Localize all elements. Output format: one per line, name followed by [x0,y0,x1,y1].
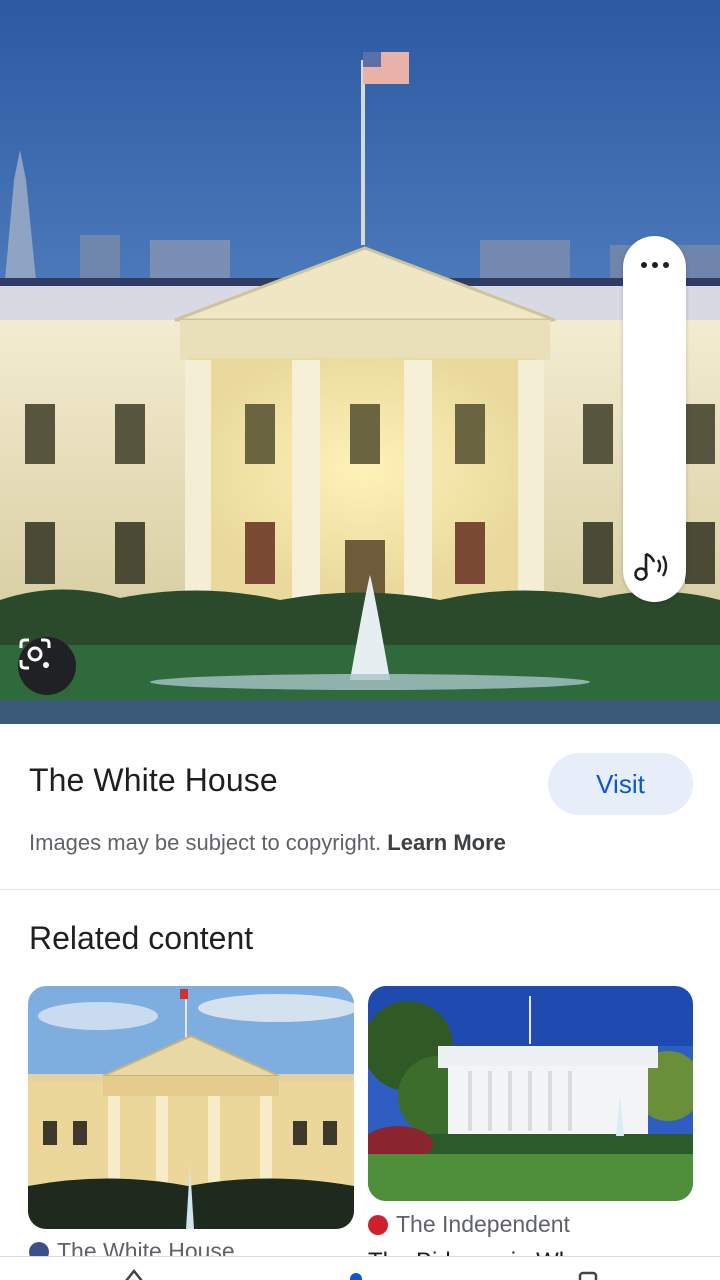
dot-icon [640,262,647,268]
discover-nav-button[interactable] [336,1265,376,1280]
tabs-nav-button[interactable] [568,1265,608,1280]
dot-icon [662,262,669,268]
copyright-text: Images may be subject to copyright. [29,830,388,855]
related-card-image[interactable] [368,986,693,1201]
more-options-button[interactable] [623,250,686,280]
related-content-heading: Related content [29,920,254,956]
learn-more-link[interactable]: Learn More [387,830,506,855]
home-nav-button[interactable] [114,1265,154,1280]
copyright-notice: Images may be subject to copyright. Lear… [29,830,506,856]
source-name: The Independent [396,1211,570,1237]
related-source[interactable]: The Independent [368,1211,570,1238]
white-house-photo [0,0,720,724]
audio-music-icon [634,552,668,581]
audio-button[interactable] [632,548,678,594]
bottom-navigation-bar [0,1256,720,1280]
home-icon [125,1268,143,1280]
google-lens-icon [19,638,51,670]
side-action-panel [623,236,686,602]
white-house-thumbnail [28,986,354,1229]
divider [0,889,720,890]
independent-favicon [368,1214,388,1235]
dot-icon [651,262,658,268]
discover-icon [350,1273,362,1280]
visit-button[interactable]: Visit [548,753,693,815]
lens-button[interactable] [18,637,76,695]
hero-image[interactable] [0,0,720,724]
white-house-lawn-thumbnail [368,986,693,1201]
image-viewer-page: The White House Visit Images may be subj… [0,0,720,1280]
related-card-image[interactable] [28,986,354,1229]
page-title: The White House [29,762,278,798]
tabs-icon [578,1271,598,1280]
